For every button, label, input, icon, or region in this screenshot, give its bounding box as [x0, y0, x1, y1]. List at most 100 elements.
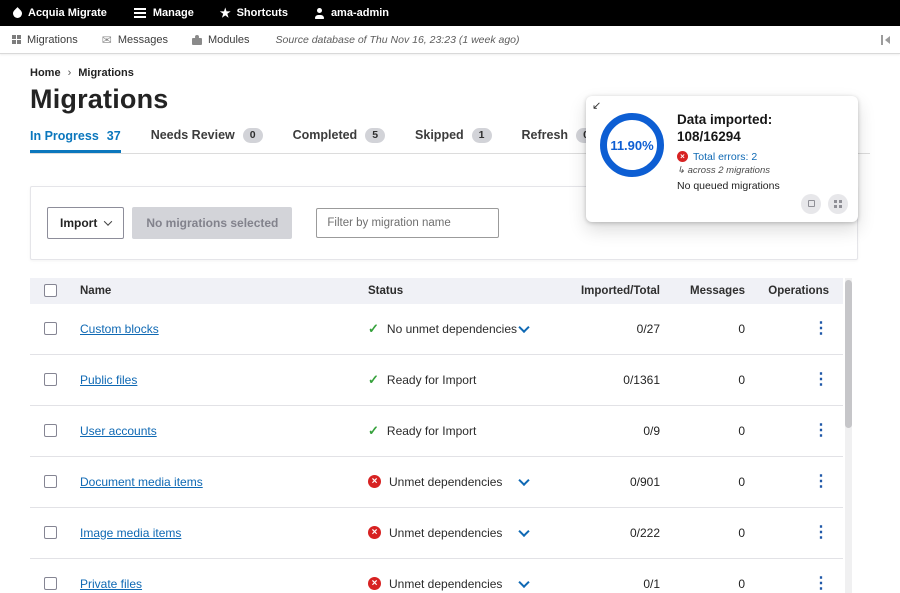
arrow-left-icon — [885, 36, 890, 44]
operations-menu-button[interactable]: ⋮ — [813, 372, 829, 388]
breadcrumb-separator: › — [68, 67, 72, 79]
tab-label: In Progress — [30, 129, 99, 143]
tab-label: Refresh — [522, 128, 569, 142]
migration-name-link[interactable]: Custom blocks — [80, 322, 159, 336]
progress-percent: 11.90% — [610, 138, 653, 153]
queue-details-button[interactable] — [828, 194, 848, 214]
tab-needs-review[interactable]: Needs Review 0 — [151, 128, 263, 153]
modules-label: Modules — [208, 34, 250, 46]
imported-total-value: 0/27 — [558, 322, 668, 336]
row-checkbox[interactable] — [44, 526, 57, 539]
selection-status-button[interactable]: No migrations selected — [132, 207, 292, 239]
column-header-operations: Operations — [753, 285, 843, 297]
admin-toolbar: Acquia Migrate Manage ★ Shortcuts ama-ad… — [0, 0, 900, 26]
toolbar-item-messages[interactable]: ✉ Messages — [90, 26, 180, 53]
toolbar-orientation-toggle[interactable] — [881, 35, 890, 45]
status-text: Unmet dependencies — [389, 577, 502, 591]
operations-menu-button[interactable]: ⋮ — [813, 576, 829, 592]
migration-name-link[interactable]: User accounts — [80, 424, 157, 438]
status-text: Unmet dependencies — [389, 526, 502, 540]
migration-name-link[interactable]: Private files — [80, 577, 142, 591]
operations-menu-button[interactable]: ⋮ — [813, 525, 829, 541]
row-checkbox[interactable] — [44, 424, 57, 437]
imported-total-value: 0/1361 — [558, 373, 668, 387]
shortcuts-menu-button[interactable]: ★ Shortcuts — [207, 0, 301, 26]
success-icon: ✓ — [368, 424, 379, 437]
collapse-arrow-icon[interactable]: ↙ — [592, 99, 601, 112]
toolbar-item-migrations[interactable]: Migrations — [0, 26, 90, 53]
migrations-table: Name Status Imported/Total Messages Oper… — [30, 278, 843, 593]
manage-label: Manage — [153, 7, 194, 19]
tab-label: Needs Review — [151, 128, 235, 142]
tab-refresh[interactable]: Refresh 0 — [522, 128, 596, 153]
imported-total-value: 0/1 — [558, 577, 668, 591]
messages-label: Messages — [118, 34, 168, 46]
queue-status: No queued migrations — [677, 180, 780, 192]
user-menu-button[interactable]: ama-admin — [301, 0, 402, 26]
select-all-checkbox[interactable] — [44, 284, 57, 297]
row-checkbox[interactable] — [44, 373, 57, 386]
shortcuts-label: Shortcuts — [237, 7, 288, 19]
grid-icon — [834, 200, 842, 208]
imported-total-value: 0/9 — [558, 424, 668, 438]
tab-completed[interactable]: Completed 5 — [293, 128, 385, 153]
table-row: User accounts ✓ Ready for Import 0/9 0 ⋮ — [30, 406, 843, 457]
brand-label: Acquia Migrate — [28, 7, 107, 19]
import-dropdown-button[interactable]: Import — [47, 207, 124, 239]
migration-name-link[interactable]: Document media items — [80, 475, 203, 489]
envelope-icon: ✉ — [102, 34, 112, 46]
imported-total-value: 0/901 — [558, 475, 668, 489]
column-header-status: Status — [368, 285, 558, 297]
breadcrumb-current: Migrations — [78, 67, 134, 79]
toggle-bar-icon — [881, 35, 883, 45]
row-checkbox[interactable] — [44, 322, 57, 335]
table-body: Custom blocks ✓ No unmet dependencies 0/… — [30, 304, 843, 593]
messages-count: 0 — [668, 373, 753, 387]
toolbar-item-modules[interactable]: Modules — [180, 26, 262, 53]
chevron-down-icon[interactable] — [518, 474, 529, 485]
table-row: Private files × Unmet dependencies 0/1 0… — [30, 559, 843, 593]
row-checkbox[interactable] — [44, 577, 57, 590]
vertical-scrollbar[interactable] — [845, 278, 852, 593]
errors-detail: across 2 migrations — [688, 165, 770, 176]
chevron-down-icon[interactable] — [518, 321, 529, 332]
queue-controls — [801, 194, 848, 214]
table-row: Image media items × Unmet dependencies 0… — [30, 508, 843, 559]
stop-queue-button[interactable] — [801, 194, 821, 214]
tab-skipped[interactable]: Skipped 1 — [415, 128, 491, 153]
brand-home-link[interactable]: Acquia Migrate — [0, 0, 120, 26]
tab-count-badge: 0 — [243, 128, 263, 143]
data-imported-count: 108/16294 — [677, 129, 780, 146]
acquia-droplet-icon — [11, 7, 24, 20]
scrollbar-thumb[interactable] — [845, 280, 852, 428]
operations-menu-button[interactable]: ⋮ — [813, 423, 829, 439]
operations-menu-button[interactable]: ⋮ — [813, 474, 829, 490]
username-label: ama-admin — [331, 7, 389, 19]
migration-name-link[interactable]: Image media items — [80, 526, 181, 540]
success-icon: ✓ — [368, 322, 379, 335]
migration-filter-input[interactable] — [316, 208, 499, 238]
operations-menu-button[interactable]: ⋮ — [813, 321, 829, 337]
tab-in-progress[interactable]: In Progress 37 — [30, 129, 121, 153]
tab-count-badge: 5 — [365, 128, 385, 143]
tab-label: Skipped — [415, 128, 464, 142]
manage-menu-button[interactable]: Manage — [120, 0, 207, 26]
breadcrumb: Home › Migrations — [30, 67, 870, 79]
column-header-name: Name — [80, 285, 368, 297]
messages-count: 0 — [668, 577, 753, 591]
chevron-down-icon[interactable] — [518, 576, 529, 587]
status-text: Ready for Import — [387, 373, 476, 387]
tab-count: 37 — [107, 129, 121, 143]
migrations-grid-icon — [12, 35, 21, 44]
hamburger-icon — [134, 12, 146, 14]
row-checkbox[interactable] — [44, 475, 57, 488]
breadcrumb-home-link[interactable]: Home — [30, 67, 61, 79]
source-database-note: Source database of Thu Nov 16, 23:23 (1 … — [276, 34, 520, 46]
tab-count-badge: 1 — [472, 128, 492, 143]
imported-total-value: 0/222 — [558, 526, 668, 540]
tab-label: Completed — [293, 128, 358, 142]
total-errors-link[interactable]: Total errors: 2 — [693, 151, 757, 163]
table-row: Document media items × Unmet dependencie… — [30, 457, 843, 508]
chevron-down-icon[interactable] — [518, 525, 529, 536]
migration-name-link[interactable]: Public files — [80, 373, 137, 387]
